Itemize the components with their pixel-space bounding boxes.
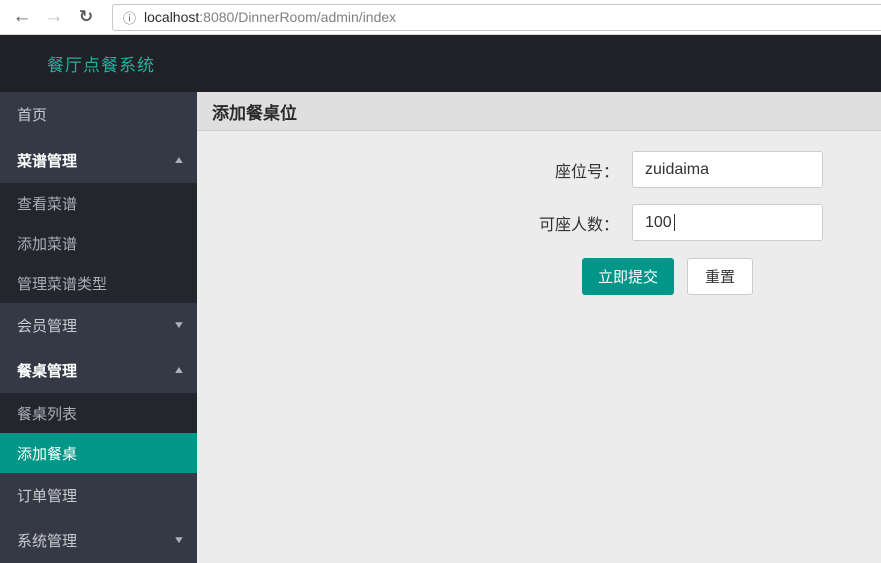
sidebar-item-label: 会员管理 (17, 315, 77, 336)
info-icon[interactable]: ⓘ (123, 8, 136, 27)
sidebar-item-label: 系统管理 (17, 530, 77, 551)
url-path: :8080/DinnerRoom/admin/index (199, 9, 396, 25)
sidebar-group-recipes[interactable]: 菜谱管理 ▲ (0, 137, 197, 183)
sidebar-item-table-list[interactable]: 餐桌列表 (0, 393, 197, 433)
sidebar-item-add-table[interactable]: 添加餐桌 (0, 433, 197, 473)
page-title: 添加餐桌位 (212, 99, 297, 124)
capacity-label: 可座人数： (197, 211, 632, 235)
main-content: 添加餐桌位 座位号： 可座人数： 立即提交 重置 (197, 92, 881, 563)
sidebar-item-home[interactable]: 首页 (0, 92, 197, 137)
app-header: 餐厅点餐系统 (0, 35, 881, 92)
chevron-up-icon: ▲ (173, 155, 186, 166)
sidebar-item-label: 餐桌管理 (17, 360, 77, 381)
sidebar-group-system[interactable]: 系统管理 ▼ (0, 518, 197, 563)
chevron-down-icon: ▼ (173, 320, 186, 331)
sidebar-item-label: 首页 (17, 104, 47, 125)
form-row-seat-number: 座位号： (197, 151, 881, 188)
capacity-input[interactable] (632, 204, 823, 241)
sidebar-group-members[interactable]: 会员管理 ▼ (0, 303, 197, 348)
submit-button[interactable]: 立即提交 (582, 258, 674, 295)
reload-icon[interactable]: ↻ (72, 3, 100, 31)
reset-button[interactable]: 重置 (687, 258, 753, 295)
sidebar-item-label: 菜谱管理 (17, 150, 77, 171)
sidebar-item-add-recipe[interactable]: 添加菜谱 (0, 223, 197, 263)
sidebar-item-label: 添加餐桌 (17, 443, 77, 464)
add-table-form: 座位号： 可座人数： 立即提交 重置 (197, 131, 881, 295)
browser-toolbar: ← → ↻ ⓘ localhost:8080/DinnerRoom/admin/… (0, 0, 881, 35)
sidebar-item-label: 添加菜谱 (17, 233, 77, 254)
sidebar-group-orders[interactable]: 订单管理 (0, 473, 197, 518)
back-icon[interactable]: ← (8, 3, 36, 31)
text-cursor (674, 214, 675, 231)
sidebar-item-label: 订单管理 (17, 485, 77, 506)
sidebar-item-view-recipes[interactable]: 查看菜谱 (0, 183, 197, 223)
url-text: localhost:8080/DinnerRoom/admin/index (144, 9, 396, 25)
forward-icon[interactable]: → (40, 3, 68, 31)
chevron-down-icon: ▼ (173, 535, 186, 546)
form-row-capacity: 可座人数： (197, 204, 881, 241)
sidebar-item-label: 餐桌列表 (17, 403, 77, 424)
sidebar: 首页 菜谱管理 ▲ 查看菜谱 添加菜谱 管理菜谱类型 会员管理 ▼ 餐桌管理 ▲… (0, 92, 197, 563)
sidebar-group-tables[interactable]: 餐桌管理 ▲ (0, 348, 197, 393)
seat-number-input[interactable] (632, 151, 823, 188)
seat-number-label: 座位号： (197, 158, 632, 182)
url-host: localhost (144, 9, 199, 25)
sidebar-item-label: 查看菜谱 (17, 193, 77, 214)
form-actions: 立即提交 重置 (197, 258, 881, 295)
brand-title[interactable]: 餐厅点餐系统 (0, 51, 155, 76)
chevron-up-icon: ▲ (173, 365, 186, 376)
address-bar[interactable]: ⓘ localhost:8080/DinnerRoom/admin/index (112, 4, 881, 31)
sidebar-item-label: 管理菜谱类型 (17, 273, 107, 294)
page-header: 添加餐桌位 (197, 92, 881, 131)
sidebar-item-manage-recipe-types[interactable]: 管理菜谱类型 (0, 263, 197, 303)
